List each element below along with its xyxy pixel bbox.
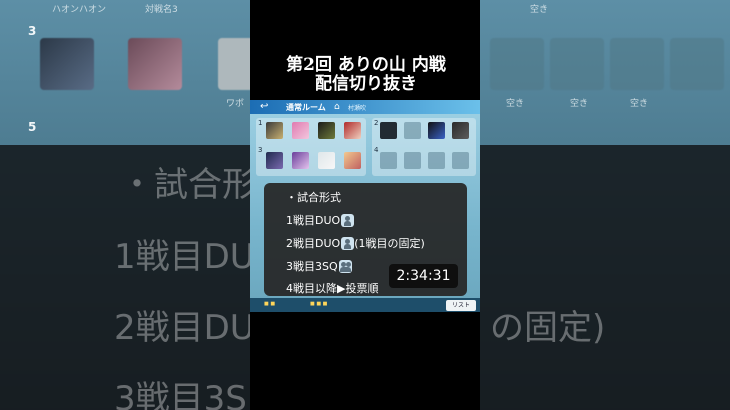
rule-line-4: 4戦目以降▶投票順	[286, 280, 378, 296]
team-panel-2: 2 4	[372, 118, 476, 176]
rule-line-1: 1戦目DUO	[286, 212, 355, 228]
rules-heading: ・試合形式	[286, 191, 341, 204]
rule-text: 4戦目以降▶投票順	[286, 282, 379, 295]
video-title: 第2回 ありの山 内戦 配信切り抜き	[276, 56, 456, 94]
bg-tag: 対戦名3	[145, 5, 178, 15]
bg-tag: 空き	[630, 99, 649, 109]
bg-rule-text: ・試合形	[120, 165, 250, 205]
bg-tag: 空き	[506, 99, 525, 109]
title-line-2: 配信切り抜き	[315, 74, 417, 94]
rule-text: 2戦目DUO	[286, 237, 341, 250]
bg-empty-slot	[610, 38, 664, 90]
room-label: 通常ルーム	[286, 103, 326, 112]
home-icon[interactable]: ⌂	[334, 102, 344, 112]
empty-slot[interactable]	[380, 152, 397, 169]
person-emoji-icon	[341, 236, 355, 250]
player-avatar[interactable]	[344, 152, 361, 169]
bg-empty-slot	[550, 38, 604, 90]
bg-rules-overlay: ・試合形 1戦目DU 2戦目DU 3戦目3S	[0, 145, 250, 410]
team-number: 3	[258, 146, 263, 154]
room-sub-label: 村瀬吹	[348, 105, 367, 112]
empty-slot[interactable]	[404, 152, 421, 169]
bg-empty-slot	[490, 38, 544, 90]
rule-line-2: 2戦目DUO (1戦目の固定)	[286, 235, 425, 251]
player-avatar[interactable]	[452, 122, 469, 139]
player-avatar[interactable]	[292, 122, 309, 139]
player-avatar[interactable]	[318, 152, 335, 169]
rule-text: 1戦目DUO	[286, 214, 341, 227]
bg-rule-text: 1戦目DU	[114, 237, 250, 277]
footer-tag-icon: ■ ■	[264, 301, 276, 307]
team-panel-1: 1 3	[256, 118, 366, 176]
bg-tag: ハオンハオン	[52, 5, 107, 15]
bg-rule-text: の固定)	[490, 308, 606, 348]
bg-rule-text: 3戦目3S	[114, 379, 247, 410]
empty-slot[interactable]	[404, 122, 421, 139]
lobby-header: ↩ 通常ルーム ⌂ 村瀬吹	[250, 100, 480, 114]
empty-slot[interactable]	[428, 152, 445, 169]
team-number: 4	[374, 146, 379, 154]
person-emoji-icon	[341, 213, 355, 227]
bg-team-number: 5	[28, 120, 37, 134]
bg-avatar	[218, 38, 250, 90]
bg-tag: 空き	[570, 99, 589, 109]
bg-avatar	[40, 38, 94, 90]
rule-line-3: 3戦目3SQ	[286, 258, 352, 274]
player-avatar[interactable]	[318, 122, 335, 139]
video-frame: ハオンハオン 対戦名3 3 ワボ 5 ・試合形 1戦目DU 2戦目DU 3戦目3…	[0, 0, 730, 410]
bg-rules-overlay: の固定)	[480, 145, 730, 410]
player-avatar[interactable]	[266, 122, 283, 139]
bg-rule-text: 2戦目DU	[114, 308, 250, 348]
rule-text: 3戦目3SQ	[286, 260, 338, 273]
footer-tag-icon: ■ ■ ■	[310, 301, 328, 307]
group-emoji-icon	[338, 259, 352, 273]
background-right-blur: 空き 空き 空き 空き の固定)	[480, 0, 730, 410]
back-arrow-icon[interactable]: ↩	[260, 102, 274, 112]
bg-tag: ワボ	[226, 99, 245, 109]
player-avatar[interactable]	[266, 152, 283, 169]
rule-suffix: (1戦目の固定)	[354, 237, 425, 250]
bg-tag: 空き	[530, 5, 549, 15]
player-avatar[interactable]	[292, 152, 309, 169]
team-number: 1	[258, 119, 263, 127]
bg-avatar	[128, 38, 182, 90]
team-number: 2	[374, 119, 379, 127]
background-left-blur: ハオンハオン 対戦名3 3 ワボ 5 ・試合形 1戦目DU 2戦目DU 3戦目3…	[0, 0, 250, 410]
timestamp-badge: 2:34:31	[389, 264, 458, 288]
empty-slot[interactable]	[452, 152, 469, 169]
player-avatar[interactable]	[428, 122, 445, 139]
player-avatar[interactable]	[380, 122, 397, 139]
title-line-1: 第2回 ありの山 内戦	[286, 55, 446, 75]
lobby-footer: ■ ■ ■ ■ ■ リスト	[250, 298, 480, 312]
list-button[interactable]: リスト	[446, 300, 476, 311]
bg-empty-slot	[670, 38, 724, 90]
bg-team-number: 3	[28, 24, 37, 38]
player-avatar[interactable]	[344, 122, 361, 139]
